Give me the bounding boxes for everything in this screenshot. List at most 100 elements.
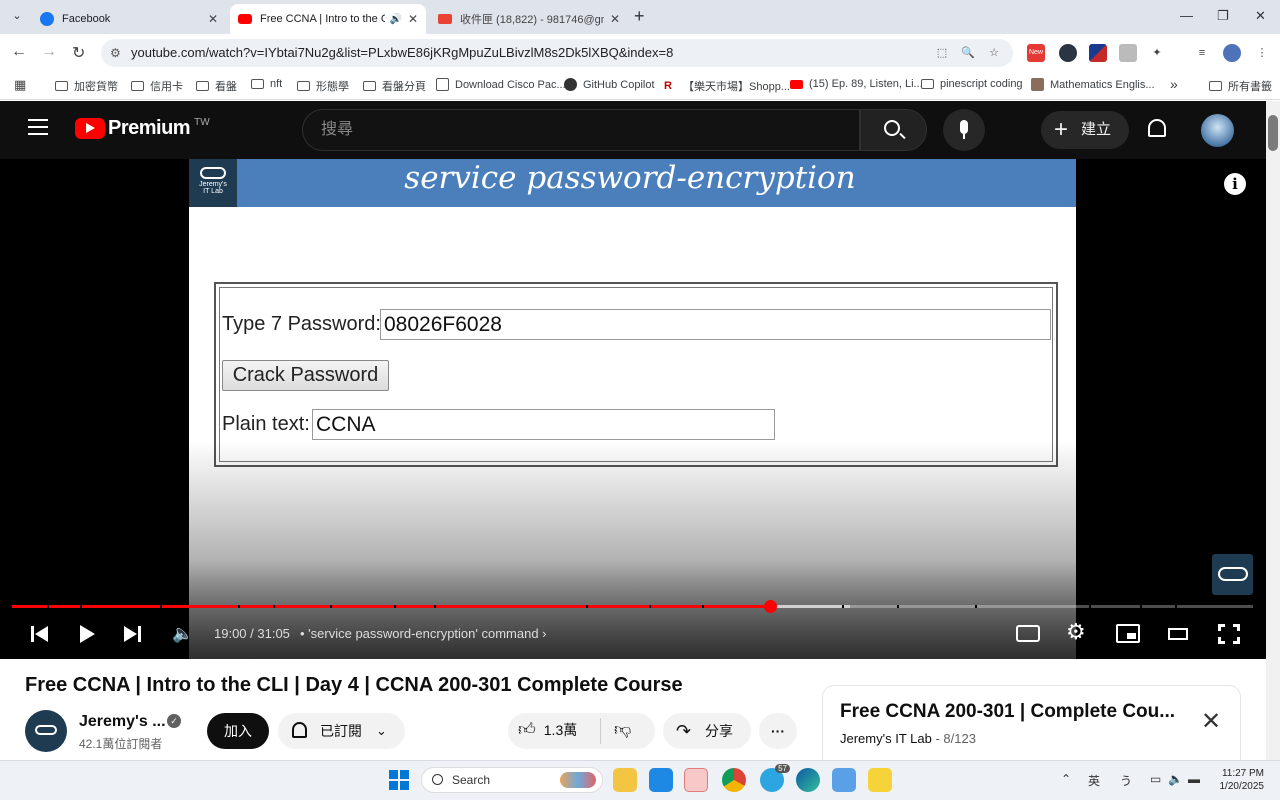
- ime-mode-icon[interactable]: う: [1120, 772, 1132, 789]
- bookmark-folder[interactable]: nft: [251, 78, 282, 90]
- address-bar[interactable]: ⚙ youtube.com/watch?v=IYbtai7Nu2g&list=P…: [101, 39, 1013, 67]
- playlist-channel[interactable]: Jeremy's IT Lab: [840, 731, 932, 746]
- url-text: youtube.com/watch?v=IYbtai7Nu2g&list=PLx…: [131, 45, 674, 60]
- zoom-icon[interactable]: 🔍: [959, 44, 977, 62]
- extension-flag-icon[interactable]: [1089, 44, 1107, 62]
- tab-gmail[interactable]: 收件匣 (18,822) - 981746@gma ✕: [430, 4, 628, 34]
- bookmark-star-icon[interactable]: ☆: [985, 44, 1003, 62]
- channel-name[interactable]: Jeremy's ...: [79, 713, 166, 731]
- facebook-icon: [40, 12, 54, 26]
- tray-overflow-chevron-icon[interactable]: ⌃: [1061, 772, 1071, 786]
- apps-grid-icon[interactable]: ▦: [14, 77, 26, 93]
- previous-video-icon[interactable]: [31, 625, 49, 643]
- bookmark-link[interactable]: R 【樂天市場】Shopp...: [664, 78, 790, 94]
- like-button[interactable]: 👍︎ 1.3萬: [518, 719, 577, 740]
- theater-mode-icon[interactable]: [1168, 628, 1188, 640]
- reload-icon[interactable]: ↻: [72, 43, 85, 63]
- close-window-icon[interactable]: ✕: [1255, 8, 1266, 24]
- back-icon[interactable]: ←: [11, 43, 27, 61]
- bookmark-folder[interactable]: 形態學: [297, 78, 349, 94]
- forward-icon[interactable]: →: [41, 43, 57, 61]
- bookmark-folder[interactable]: pinescript coding: [921, 78, 1023, 90]
- voice-search-button[interactable]: [943, 109, 985, 151]
- battery-icon[interactable]: ▬: [1188, 772, 1200, 786]
- app-calculator-icon[interactable]: [684, 768, 708, 792]
- extension-gray-icon[interactable]: [1119, 44, 1137, 62]
- speaker-icon[interactable]: 🔊: [389, 14, 401, 25]
- tab-youtube[interactable]: Free CCNA | Intro to the CLI 🔊 ✕: [230, 4, 426, 34]
- bookmark-link[interactable]: Download Cisco Pac...: [436, 78, 566, 91]
- join-button[interactable]: 加入: [207, 713, 269, 749]
- bookmark-link[interactable]: Mathematics Englis...: [1031, 78, 1155, 91]
- bookmark-folder[interactable]: 看盤分頁: [363, 78, 426, 94]
- bookmark-folder[interactable]: 信用卡: [131, 78, 183, 94]
- settings-gear-icon[interactable]: ⚙: [1066, 619, 1086, 645]
- close-icon[interactable]: ✕: [1201, 707, 1221, 736]
- bookmark-link[interactable]: GitHub Copilot: [564, 78, 655, 91]
- telegram-icon[interactable]: 57: [760, 764, 790, 792]
- app-blue-icon[interactable]: [649, 768, 673, 792]
- taskbar-search[interactable]: Search: [421, 767, 603, 793]
- share-button[interactable]: ↷ 分享: [663, 713, 751, 749]
- restore-icon[interactable]: ❐: [1217, 8, 1229, 24]
- bookmark-folder[interactable]: 加密貨幣: [55, 78, 118, 94]
- edge-icon[interactable]: [796, 768, 820, 792]
- extension-new-icon[interactable]: New: [1027, 44, 1045, 62]
- youtube-logo[interactable]: Premium TW: [75, 117, 210, 140]
- media-controls-icon[interactable]: ≡: [1193, 44, 1211, 62]
- youtube-icon: [790, 79, 803, 89]
- taskbar-clock[interactable]: 11:27 PM 1/20/2025: [1212, 767, 1265, 793]
- input-method-indicator[interactable]: 英: [1088, 772, 1100, 789]
- bookmark-folder[interactable]: 看盤: [196, 78, 237, 94]
- bookmark-label: 所有書籤: [1228, 81, 1272, 93]
- scrubber-handle[interactable]: [763, 600, 777, 613]
- site-info-icon[interactable]: ⚙: [110, 39, 121, 67]
- page-scrollbar[interactable]: [1266, 101, 1280, 760]
- tab-search-button[interactable]: ⌄: [8, 9, 26, 25]
- volume-tray-icon[interactable]: 🔈: [1168, 772, 1183, 786]
- chrome-menu-icon[interactable]: ⋮: [1253, 44, 1271, 62]
- scrollbar-thumb[interactable]: [1268, 115, 1278, 151]
- playlist-title[interactable]: Free CCNA 200-301 | Complete Cou...: [840, 701, 1175, 723]
- search-input[interactable]: 搜尋: [302, 109, 860, 151]
- jeremys-it-lab-logo: Jeremy's IT Lab: [189, 159, 237, 207]
- dislike-button[interactable]: 👎︎: [614, 719, 631, 740]
- close-tab-icon[interactable]: ✕: [408, 12, 418, 26]
- subscribed-button[interactable]: 已訂閱 ⌄: [278, 713, 405, 749]
- app-yellow-icon[interactable]: [868, 768, 892, 792]
- close-tab-icon[interactable]: ✕: [610, 12, 620, 26]
- network-icon[interactable]: ▭: [1150, 772, 1161, 786]
- channel-watermark[interactable]: [1212, 554, 1253, 595]
- bookmark-link[interactable]: (15) Ep. 89, Listen, Li...: [790, 78, 923, 90]
- account-avatar[interactable]: [1201, 114, 1234, 147]
- miniplayer-icon[interactable]: [1116, 624, 1140, 643]
- chapter-title[interactable]: • 'service password-encryption' command …: [300, 626, 547, 641]
- minimize-icon[interactable]: —: [1180, 8, 1193, 23]
- install-app-icon[interactable]: ⬚: [933, 44, 951, 62]
- tab-facebook[interactable]: Facebook ✕: [32, 4, 226, 34]
- info-icon[interactable]: i: [1224, 173, 1246, 195]
- chrome-icon[interactable]: [722, 768, 746, 792]
- channel-avatar[interactable]: [25, 710, 67, 752]
- file-explorer-icon[interactable]: [613, 768, 637, 792]
- profile-avatar-icon[interactable]: [1223, 44, 1241, 62]
- volume-icon[interactable]: 🔈: [172, 624, 193, 644]
- close-tab-icon[interactable]: ✕: [208, 12, 218, 26]
- windows-start-icon[interactable]: [389, 770, 409, 790]
- fullscreen-icon[interactable]: [1218, 624, 1240, 644]
- play-icon[interactable]: [80, 625, 95, 643]
- notepad-icon[interactable]: [832, 768, 856, 792]
- subtitles-icon[interactable]: [1016, 625, 1040, 642]
- notifications-bell-icon[interactable]: [1148, 119, 1166, 137]
- tab-title: 收件匣 (18,822) - 981746@gma: [460, 14, 604, 26]
- all-bookmarks-folder[interactable]: 所有書籤: [1209, 78, 1272, 94]
- next-video-icon[interactable]: [124, 625, 142, 643]
- create-button[interactable]: + 建立: [1041, 111, 1129, 149]
- bookmarks-overflow-button[interactable]: »: [1170, 76, 1178, 92]
- guide-menu-icon[interactable]: [28, 119, 48, 135]
- search-button[interactable]: [860, 109, 927, 151]
- more-actions-button[interactable]: ···: [759, 713, 797, 749]
- new-tab-button[interactable]: +: [634, 6, 645, 27]
- extensions-puzzle-icon[interactable]: ✦: [1148, 44, 1166, 62]
- extension-gauge-icon[interactable]: [1059, 44, 1077, 62]
